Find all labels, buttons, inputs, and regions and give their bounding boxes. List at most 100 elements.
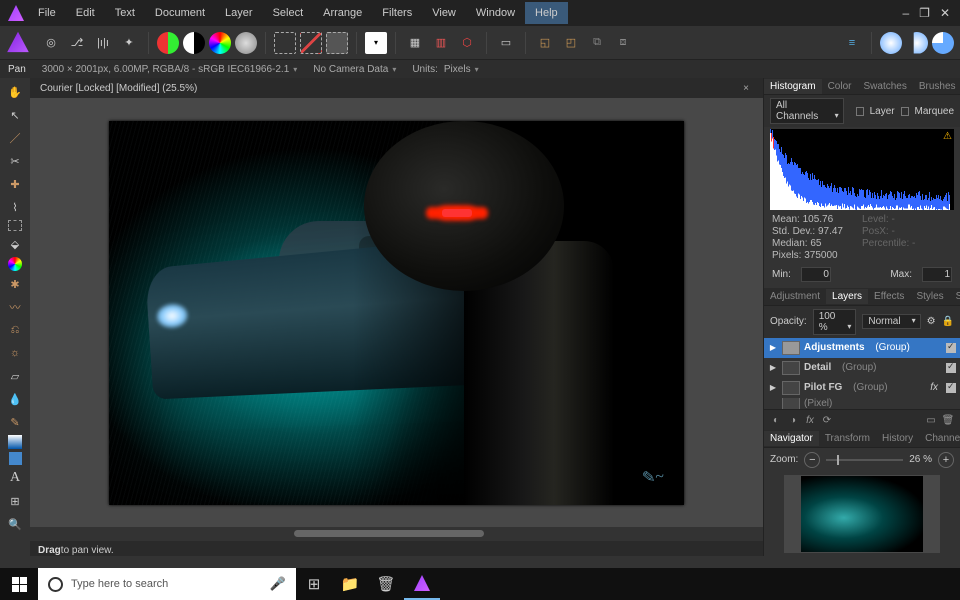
- menu-document[interactable]: Document: [145, 2, 215, 24]
- menu-arrange[interactable]: Arrange: [313, 2, 372, 24]
- menu-edit[interactable]: Edit: [66, 2, 105, 24]
- warning-icon[interactable]: ⚠: [943, 131, 952, 142]
- selection-diag-icon[interactable]: [300, 32, 322, 54]
- tab-styles[interactable]: Styles: [910, 289, 949, 304]
- menu-help[interactable]: Help: [525, 2, 568, 24]
- clone-tool-icon[interactable]: ⎌: [4, 320, 26, 340]
- taskbar-search[interactable]: Type here to search 🎤: [38, 568, 296, 600]
- start-button[interactable]: [0, 568, 38, 600]
- tab-history[interactable]: History: [876, 431, 919, 446]
- opacity-dropdown[interactable]: 100 %: [813, 309, 857, 335]
- tab-channels[interactable]: Channels: [919, 431, 960, 446]
- zoom-slider[interactable]: [826, 459, 903, 461]
- color-tool-icon[interactable]: [8, 257, 22, 271]
- horizontal-scrollbar[interactable]: [30, 527, 763, 541]
- persona-develop-icon[interactable]: ⎇: [66, 32, 88, 54]
- explorer-icon[interactable]: 📁: [332, 568, 368, 600]
- canvas[interactable]: ✎~: [30, 98, 763, 527]
- min-input[interactable]: [801, 267, 831, 282]
- navigator-preview[interactable]: [784, 475, 940, 553]
- align-icon[interactable]: ≡: [841, 32, 863, 54]
- affinity-app-icon[interactable]: [404, 568, 440, 600]
- menu-select[interactable]: Select: [263, 2, 314, 24]
- shape-tool-icon[interactable]: [9, 452, 22, 465]
- menu-view[interactable]: View: [422, 2, 466, 24]
- recycle-icon[interactable]: 🗑: [368, 568, 404, 600]
- visibility-checkbox[interactable]: [946, 383, 956, 393]
- pencil-tool-icon[interactable]: ✎: [4, 412, 26, 432]
- marquee-tool-icon[interactable]: [8, 220, 22, 231]
- maximize-button[interactable]: ❐: [919, 6, 930, 20]
- arrange-group-icon[interactable]: ⧉: [586, 32, 608, 54]
- zoom-out-button[interactable]: −: [804, 452, 820, 468]
- erase-tool-icon[interactable]: ▱: [4, 366, 26, 386]
- guides-icon[interactable]: ▥: [430, 32, 452, 54]
- minimize-button[interactable]: –: [902, 6, 909, 20]
- zoom-in-button[interactable]: +: [938, 452, 954, 468]
- add-layer-icon[interactable]: ▭: [923, 413, 939, 427]
- expand-icon[interactable]: ▶: [768, 363, 778, 372]
- max-input[interactable]: [922, 267, 952, 282]
- lock-icon[interactable]: 🔒: [942, 316, 954, 327]
- tab-adjustment[interactable]: Adjustment: [764, 289, 826, 304]
- layer-adjustments[interactable]: ▶ Adjustments (Group): [764, 338, 960, 358]
- arrange-front-icon[interactable]: ◰: [560, 32, 582, 54]
- menu-file[interactable]: File: [28, 2, 66, 24]
- sphere3-icon[interactable]: [932, 32, 954, 54]
- doc-dims-dropdown[interactable]: 3000 × 2001px, 6.00MP, RGBA/8 - sRGB IEC…: [42, 64, 297, 75]
- tab-effects[interactable]: Effects: [868, 289, 910, 304]
- menu-text[interactable]: Text: [105, 2, 145, 24]
- menu-layer[interactable]: Layer: [215, 2, 263, 24]
- visibility-checkbox[interactable]: [946, 343, 956, 353]
- task-view-icon[interactable]: ⊞: [296, 568, 332, 600]
- tab-transform[interactable]: Transform: [819, 431, 876, 446]
- hand-tool-icon[interactable]: ✋: [4, 82, 26, 102]
- smudge-tool-icon[interactable]: 〰: [4, 297, 26, 317]
- grid-icon[interactable]: ▦: [404, 32, 426, 54]
- spray-tool-icon[interactable]: ✱: [4, 274, 26, 294]
- mic-icon[interactable]: 🎤: [270, 576, 286, 592]
- persona-export-icon[interactable]: ✦: [118, 32, 140, 54]
- menu-window[interactable]: Window: [466, 2, 525, 24]
- sphere2-icon[interactable]: [906, 32, 928, 54]
- adjust-icon[interactable]: ◑: [785, 413, 801, 427]
- mesh-tool-icon[interactable]: ⊞: [4, 491, 26, 511]
- snap-icon[interactable]: ⬡: [456, 32, 478, 54]
- fx-icon[interactable]: fx: [802, 413, 818, 427]
- tab-histogram[interactable]: Histogram: [764, 79, 822, 94]
- close-button[interactable]: ✕: [940, 6, 950, 20]
- tab-stock[interactable]: Stock: [950, 289, 960, 304]
- tab-layers[interactable]: Layers: [826, 289, 868, 304]
- gray-circle-icon[interactable]: [235, 32, 257, 54]
- selection-mask-icon[interactable]: [326, 32, 348, 54]
- selection-rect-icon[interactable]: [274, 32, 296, 54]
- arrange-back-icon[interactable]: ◱: [534, 32, 556, 54]
- visibility-checkbox[interactable]: [946, 363, 956, 373]
- persona-icon[interactable]: [6, 31, 30, 55]
- units-dropdown[interactable]: Pixels: [444, 64, 509, 75]
- lasso-tool-icon[interactable]: ⌇: [4, 197, 26, 217]
- tab-brushes[interactable]: Brushes: [913, 79, 960, 94]
- assets-icon[interactable]: ▭: [495, 32, 517, 54]
- burn-tool-icon[interactable]: ☼: [4, 343, 26, 363]
- blend-dropdown[interactable]: Normal: [862, 314, 920, 329]
- picker-tool-icon[interactable]: 💧: [4, 389, 26, 409]
- expand-icon[interactable]: ▶: [768, 343, 778, 352]
- marquee-checkbox[interactable]: [901, 107, 909, 116]
- camera-data-dropdown[interactable]: No Camera Data: [313, 64, 396, 75]
- tab-navigator[interactable]: Navigator: [764, 431, 819, 446]
- contrast-icon[interactable]: [183, 32, 205, 54]
- color-wheel-icon[interactable]: [209, 32, 231, 54]
- document-tab[interactable]: Courier [Locked] [Modified] (25.5%) ×: [30, 78, 763, 98]
- persona-tone-icon[interactable]: |ı|ı: [92, 32, 114, 54]
- live-icon[interactable]: ⟳: [819, 413, 835, 427]
- autolev-icon[interactable]: ▾: [365, 32, 387, 54]
- tab-swatches[interactable]: Swatches: [857, 79, 912, 94]
- arrange-ungroup-icon[interactable]: ⧈: [612, 32, 634, 54]
- close-tab-icon[interactable]: ×: [743, 83, 749, 94]
- text-tool-icon[interactable]: A: [4, 468, 26, 488]
- layer-detail[interactable]: ▶ Detail (Group): [764, 358, 960, 378]
- gradient-tool-icon[interactable]: [8, 435, 22, 449]
- mask-icon[interactable]: ◐: [768, 413, 784, 427]
- brush-tool-icon[interactable]: ／: [4, 128, 26, 148]
